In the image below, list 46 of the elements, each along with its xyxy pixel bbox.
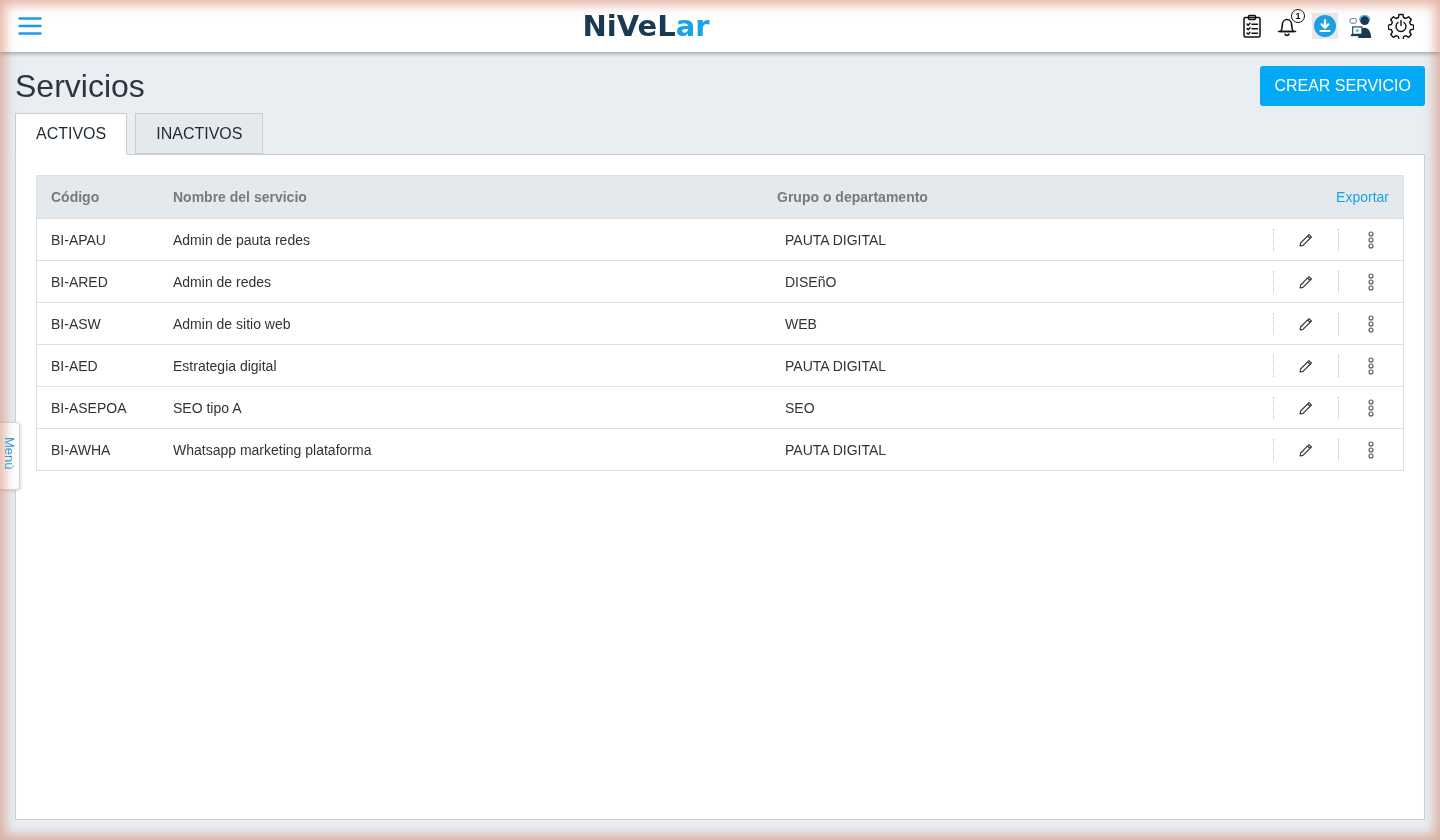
table-cell-text: BI-APAU	[50, 231, 107, 248]
table-cell-text: Estrategia digital	[172, 357, 278, 374]
table-cell-text: Whatsapp marketing plataforma	[172, 441, 373, 458]
pencil-icon[interactable]	[1299, 274, 1313, 289]
menu-icon[interactable]	[18, 16, 42, 36]
pencil-icon[interactable]	[1299, 316, 1313, 331]
table-cell-text: Admin de pauta redes	[172, 231, 311, 248]
table-cell-text: PAUTA DIGITAL	[784, 231, 888, 248]
pencil-icon[interactable]	[1299, 358, 1313, 373]
tab[interactable]: INACTIVOS	[135, 113, 264, 154]
pencil-icon[interactable]	[1299, 232, 1313, 247]
logo: NiVeLar	[582, 10, 710, 42]
table-cell-text: BI-AWHA	[50, 441, 112, 458]
more-options-icon[interactable]	[1368, 230, 1374, 249]
more-options-icon[interactable]	[1368, 440, 1374, 459]
export-link[interactable]: Exportar	[1336, 189, 1389, 205]
more-options-icon[interactable]	[1368, 314, 1374, 333]
table-cell-text: BI-ARED	[50, 273, 109, 290]
table-cell-text: BI-ASW	[50, 315, 102, 332]
more-options-icon[interactable]	[1368, 272, 1374, 291]
clipboard-checklist-icon[interactable]	[1240, 14, 1264, 38]
pencil-icon[interactable]	[1299, 442, 1313, 457]
notification-badge: 1	[1291, 9, 1305, 23]
table-cell-text: BI-AED	[50, 357, 99, 374]
table-cell-text: Admin de redes	[172, 273, 273, 290]
tab[interactable]: ACTIVOS	[15, 113, 128, 155]
column-header: Nombre del servicio	[172, 189, 308, 205]
support-agent-icon[interactable]	[1349, 14, 1373, 38]
table-cell-text: PAUTA DIGITAL	[784, 441, 888, 458]
column-header: Grupo o departamento	[776, 189, 929, 205]
page-title: Servicios	[15, 67, 145, 106]
more-options-icon[interactable]	[1368, 356, 1374, 375]
table-cell-text: PAUTA DIGITAL	[784, 357, 888, 374]
side-menu-tab[interactable]: Menú	[0, 422, 20, 490]
table-cell-text: SEO tipo A	[172, 399, 243, 416]
table-cell-text: SEO	[784, 399, 816, 416]
table-cell-text: WEB	[784, 315, 818, 332]
column-header: Código	[50, 189, 101, 205]
table-cell-text: BI-ASEPOA	[50, 399, 128, 416]
more-options-icon[interactable]	[1368, 398, 1374, 417]
download-icon[interactable]	[1312, 13, 1338, 39]
create-service-button[interactable]: CREAR SERVICIO	[1260, 66, 1425, 106]
table-cell-text: Admin de sitio web	[172, 315, 292, 332]
settings-icon[interactable]	[1388, 13, 1414, 39]
table-cell-text: DISEñO	[784, 273, 838, 290]
pencil-icon[interactable]	[1299, 400, 1313, 415]
